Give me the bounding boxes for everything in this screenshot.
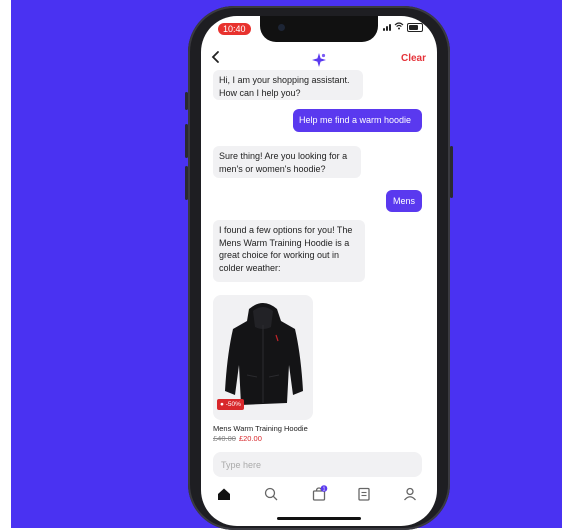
bag-icon[interactable]: 1 [309,484,329,504]
notch [260,16,378,42]
product-name[interactable]: Mens Warm Training Hoodie [213,424,308,433]
account-icon[interactable] [400,484,420,504]
message-line: colder weather: [219,262,281,273]
phone-volume-up [185,124,188,158]
message-line: How can I help you? [219,87,301,98]
search-icon[interactable] [261,484,281,504]
sparkle-logo-icon [311,52,327,68]
user-message: Help me find a warm hoodie [293,109,422,132]
message-line: Hi, I am your shopping assistant. [219,75,350,85]
chevron-left-icon[interactable] [211,50,221,69]
phone-silent-switch [185,92,188,110]
orders-icon[interactable] [354,484,374,504]
home-indicator [277,517,361,520]
app-screen: 10:40 Clear Hi, I am your shopping assis… [201,16,437,526]
background: 10:40 Clear Hi, I am your shopping assis… [11,0,562,530]
clear-button[interactable]: Clear [401,53,426,64]
home-icon[interactable] [214,484,234,504]
phone-volume-down [185,166,188,200]
status-icons [383,22,423,32]
tab-bar: 1 [201,484,437,506]
chat-header: Clear [201,50,437,72]
old-price: £40.00 [213,434,236,443]
message-line: great choice for working out in [219,250,340,260]
bot-message: Sure thing! Are you looking for a men's … [213,146,361,178]
battery-icon [407,22,423,32]
camera-icon [278,24,285,31]
product-prices: £40.00 £20.00 [213,434,262,443]
message-input[interactable] [213,452,422,477]
phone-power-button [450,146,453,198]
discount-badge: ● -50% [217,399,244,410]
message-line: Sure thing! Are you looking for a [219,151,348,161]
status-time: 10:40 [218,23,251,35]
bot-message: I found a few options for you! The Mens … [213,220,365,282]
discount-badge-label: -50% [225,401,241,408]
phone-frame: 10:40 Clear Hi, I am your shopping assis… [185,6,453,530]
signal-icon [383,23,391,31]
bot-message: Hi, I am your shopping assistant. How ca… [213,70,363,100]
message-line: Mens Warm Training Hoodie is a [219,237,350,248]
cart-count: 1 [323,486,326,492]
message-line: Mens [392,196,415,206]
wifi-icon [394,22,404,32]
message-line: men's or women's hoodie? [219,163,326,174]
message-line: I found a few options for you! The [219,225,353,235]
user-message: Mens [386,190,422,212]
message-line: Help me find a warm hoodie [299,115,412,125]
sale-price: £20.00 [238,434,262,443]
product-card[interactable]: ● -50% [213,295,313,420]
